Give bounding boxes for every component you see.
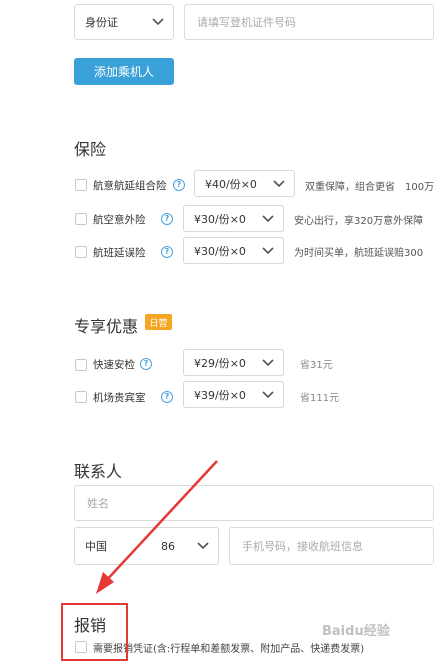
baidu-watermark: Baidu经验 — [322, 620, 390, 639]
annotation-arrow-icon — [96, 460, 218, 594]
baidu-watermark-text: Baidu经验 — [322, 624, 390, 639]
